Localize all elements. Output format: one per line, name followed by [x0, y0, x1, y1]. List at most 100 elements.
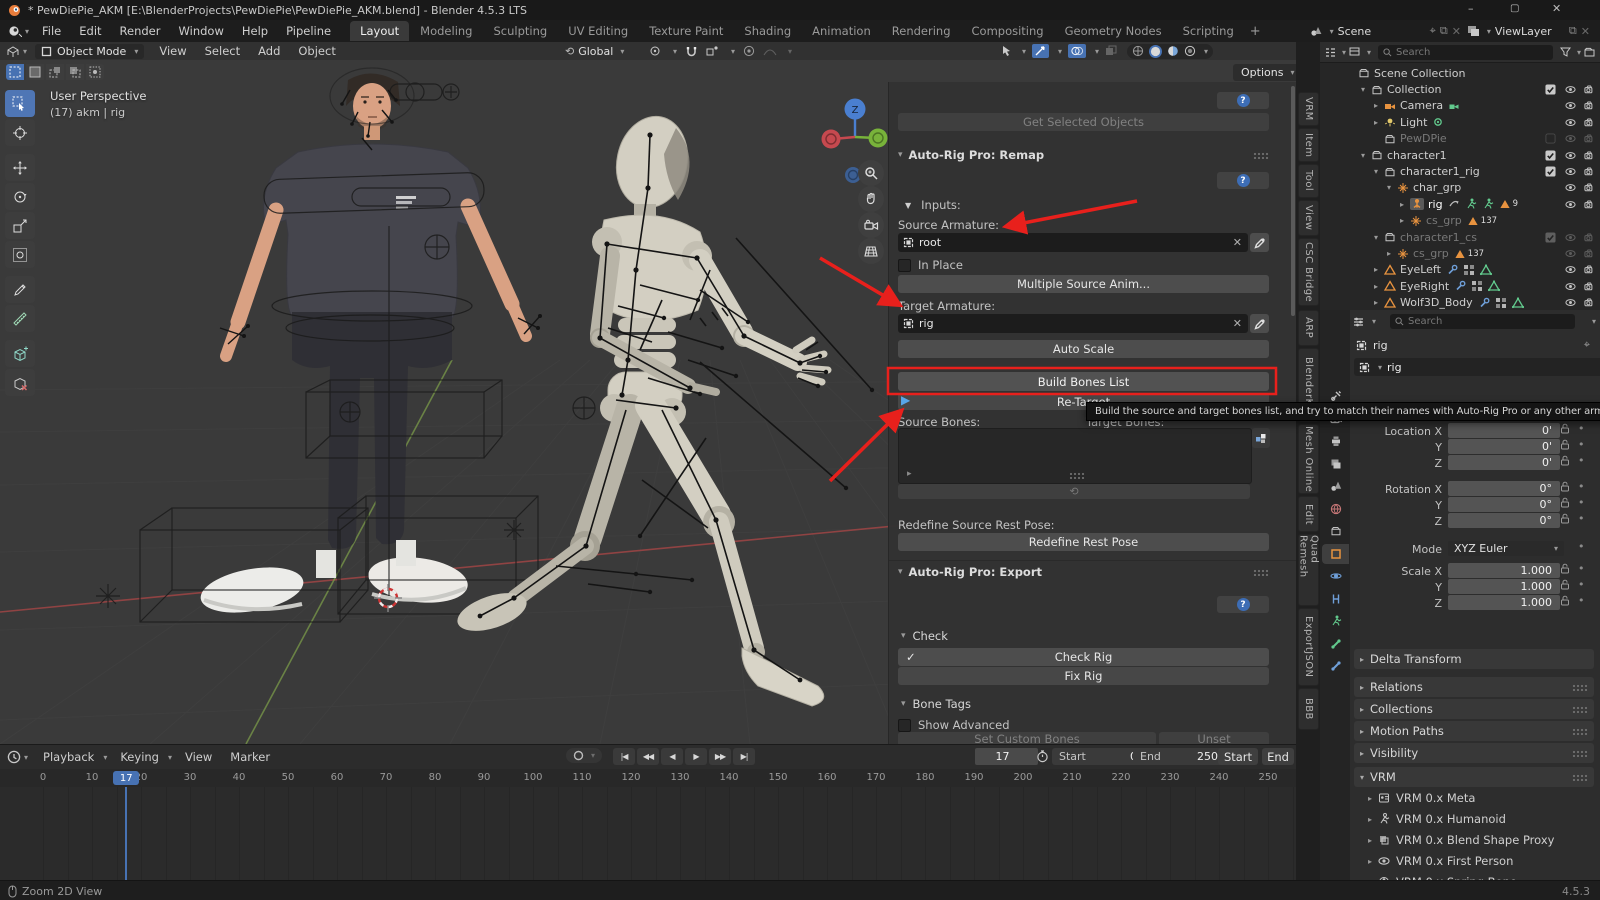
properties-options-chevron[interactable]: ▾ [1592, 317, 1596, 326]
menu-edit[interactable]: Edit [70, 24, 110, 38]
transform-value-field[interactable]: 1.000 [1448, 563, 1560, 578]
snap-magnet-icon[interactable] [685, 45, 698, 58]
current-frame-badge[interactable]: 17 [113, 771, 140, 785]
next-keyframe-button[interactable]: ▶▶ [709, 748, 731, 765]
lock-icon[interactable] [1560, 455, 1570, 466]
export-help-button[interactable]: ? [1217, 596, 1269, 613]
outliner-search[interactable]: Search [1378, 44, 1553, 60]
cam-toggle-icon[interactable] [1584, 133, 1595, 144]
expand-chevron[interactable]: ▸ [1400, 216, 1410, 225]
collection-checkbox[interactable] [1545, 166, 1556, 177]
sidebar-tab-tool[interactable]: Tool [1298, 164, 1319, 198]
mode-selector[interactable]: Object Mode ▾ [35, 43, 145, 59]
bones-list-box[interactable]: ▸ [898, 428, 1252, 484]
select-mode-lasso[interactable] [66, 64, 84, 80]
show-advanced-row[interactable]: Show Advanced [898, 718, 1010, 732]
in-place-checkbox[interactable] [898, 258, 911, 272]
sidebar-tab-edit[interactable]: Edit [1298, 496, 1319, 532]
cam-toggle-icon[interactable] [1584, 264, 1595, 275]
eye-toggle-icon[interactable] [1565, 133, 1576, 144]
cam-toggle-icon[interactable] [1584, 84, 1595, 95]
tool-scale-cage[interactable] [5, 369, 35, 396]
editor-type-icon[interactable] [6, 45, 20, 57]
workspace-tab-sculpting[interactable]: Sculpting [483, 21, 557, 41]
section-collections[interactable]: ▸ Collections [1354, 699, 1594, 719]
workspace-tab-uv-editing[interactable]: UV Editing [558, 21, 638, 41]
expand-chevron[interactable]: ▾ [1361, 85, 1371, 94]
maximize-button[interactable]: ▢ [1510, 3, 1519, 14]
bone-tags-subpanel-header[interactable]: ▾ Bone Tags [898, 697, 971, 711]
tool-select-box[interactable] [5, 90, 35, 117]
lock-icon[interactable] [1560, 497, 1570, 508]
inputs-toggle[interactable]: ▼ Inputs: [905, 198, 961, 212]
sidebar-tab-arp[interactable]: ARP [1298, 310, 1319, 346]
panel-grip[interactable] [1253, 568, 1269, 576]
pin-icon[interactable]: ⌖ [1584, 338, 1590, 352]
selectability-icon[interactable] [1000, 45, 1013, 57]
in-place-checkbox-row[interactable]: In Place [898, 258, 963, 272]
section-grip[interactable] [1572, 773, 1588, 781]
eye-toggle-icon[interactable] [1565, 150, 1576, 161]
outliner-row-scene-collection[interactable]: Scene Collection [1344, 65, 1600, 81]
timeline-ruler[interactable]: 0 10 20 30 40 50 60 70 80 90 100 110 120 130 140 150 160… [0, 769, 1296, 788]
expand-chevron[interactable]: ▸ [1374, 282, 1384, 291]
lock-icon[interactable] [1560, 423, 1570, 434]
workspace-tab-geometry-nodes[interactable]: Geometry Nodes [1055, 21, 1172, 41]
pan-hand-icon[interactable] [858, 186, 884, 212]
vrm-item-meta[interactable]: ▸ VRM 0.x Meta [1368, 791, 1475, 805]
outliner-row-character1_rig[interactable]: ▾ character1_rig [1344, 163, 1600, 179]
proportional-edit-icon[interactable] [743, 45, 755, 57]
sidebar-tab-view[interactable]: View [1298, 200, 1319, 236]
list-expander[interactable]: ▸ [907, 469, 912, 479]
animate-dot[interactable]: • [1578, 594, 1585, 607]
timeline-menu-playback[interactable]: Playback [34, 750, 103, 764]
tool-scale[interactable] [5, 212, 35, 239]
workspace-tab-scripting[interactable]: Scripting [1173, 21, 1244, 41]
add-workspace-button[interactable]: + [1250, 24, 1261, 39]
target-eyedropper-button[interactable] [1250, 314, 1269, 333]
section-grip[interactable] [1572, 705, 1588, 713]
expand-chevron[interactable]: ▸ [1400, 200, 1410, 209]
show-advanced-checkbox[interactable] [898, 718, 911, 732]
menu-pipeline[interactable]: Pipeline [277, 24, 340, 38]
menu-file[interactable]: File [33, 24, 70, 38]
eye-toggle-icon[interactable] [1565, 232, 1576, 243]
select-mode-box[interactable] [26, 64, 44, 80]
filter-icon[interactable] [1559, 47, 1571, 57]
animate-dot[interactable]: • [1578, 562, 1585, 575]
rotation-mode-dropdown[interactable]: XYZ Euler ▾ [1448, 541, 1564, 556]
outliner-editor-icon[interactable] [1324, 47, 1336, 58]
outliner-row-eyeright[interactable]: ▸ EyeRight [1344, 278, 1600, 294]
pivot-icon[interactable] [648, 45, 662, 57]
export-panel-header[interactable]: ▾ Auto-Rig Pro: Export [895, 565, 1269, 579]
outliner-row-rig[interactable]: ▸ rig 9 [1344, 196, 1600, 212]
animate-dot[interactable]: • [1578, 496, 1585, 509]
expand-chevron[interactable]: ▸ [1374, 101, 1384, 110]
eye-toggle-icon[interactable] [1565, 166, 1576, 177]
transform-orientation[interactable]: ⟲ Global ▾ [565, 45, 624, 58]
list-grip[interactable] [1069, 472, 1085, 479]
sidebar-tab-csc-bridge[interactable]: CSC Bridge [1298, 238, 1319, 306]
outliner-row-camera[interactable]: ▸ Camera [1344, 98, 1600, 114]
vrm-item-blendshape[interactable]: ▸ VRM 0.x Blend Shape Proxy [1368, 833, 1554, 847]
cam-toggle-icon[interactable] [1584, 232, 1595, 243]
vrm-item-humanoid[interactable]: ▸ VRM 0.x Humanoid [1368, 812, 1506, 826]
shading-wireframe-icon[interactable] [1132, 45, 1144, 57]
transform-value-field[interactable]: 0' [1448, 455, 1560, 470]
target-armature-field[interactable]: rig ✕ [898, 314, 1248, 333]
remap-panel-header[interactable]: ▾ Auto-Rig Pro: Remap [895, 148, 1269, 162]
viewport-menu-view[interactable]: View [150, 44, 195, 58]
cam-toggle-icon[interactable] [1584, 117, 1595, 128]
lock-icon[interactable] [1560, 481, 1570, 492]
eye-toggle-icon[interactable] [1565, 199, 1576, 210]
section-relations[interactable]: ▸ Relations [1354, 677, 1594, 697]
timeline-menu-marker[interactable]: Marker [221, 750, 279, 764]
vrm-item-firstperson[interactable]: ▸ VRM 0.x First Person [1368, 854, 1513, 868]
gizmo-toggle-icon[interactable] [1032, 44, 1050, 58]
section-motion-paths[interactable]: ▸ Motion Paths [1354, 721, 1594, 741]
play-button[interactable]: ▶ [685, 748, 707, 765]
animate-dot[interactable]: • [1578, 512, 1585, 525]
viewport-menu-select[interactable]: Select [196, 44, 249, 58]
outliner-row-wolf3d_body[interactable]: ▸ Wolf3D_Body [1344, 295, 1600, 311]
animate-dot[interactable]: • [1578, 578, 1585, 591]
